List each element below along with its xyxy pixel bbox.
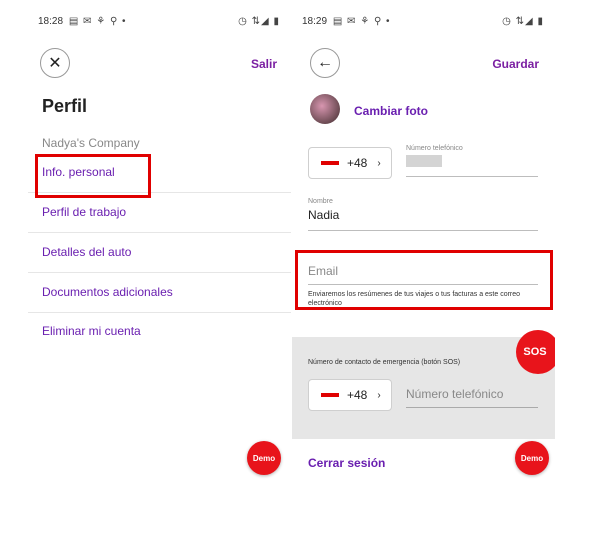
status-time: 18:29: [302, 15, 328, 27]
poland-flag-icon: [321, 393, 339, 397]
profile-screen: 18:28 ▤ ✉ ⚘ ⚲ • ◷ ⇅◢ ▮ ✕ Salir Perfil Na…: [28, 0, 291, 554]
menu-item-car-details[interactable]: Detalles del auto: [28, 233, 291, 273]
highlight-box: [35, 154, 151, 198]
close-icon: ✕: [48, 55, 62, 72]
arrow-left-icon: ←: [317, 54, 333, 71]
phone-prefix-value: +48: [347, 156, 368, 170]
sos-button[interactable]: SOS: [516, 330, 555, 374]
logout-top-button[interactable]: Salir: [251, 57, 277, 71]
menu-item-work-profile[interactable]: Perfil de trabajo: [28, 193, 291, 233]
page-title: Perfil: [42, 96, 88, 116]
back-button[interactable]: ←: [310, 48, 340, 78]
close-button[interactable]: ✕: [40, 48, 70, 78]
change-photo-link[interactable]: Cambiar foto: [354, 104, 428, 118]
personal-info-screen: 18:29 ▤ ✉ ⚘ ⚲ • ◷ ⇅◢ ▮ ← Guardar Cambiar…: [292, 0, 555, 554]
menu-item-label: Documentos adicionales: [42, 285, 173, 299]
emergency-contact-label: Número de contacto de emergencia (botón …: [308, 359, 461, 366]
emergency-prefix-value: +48: [347, 388, 368, 402]
chevron-right-icon: ›: [377, 157, 381, 169]
status-time: 18:28: [38, 15, 64, 27]
company-name: Nadya's Company: [42, 136, 140, 150]
logout-button[interactable]: Cerrar sesión: [308, 456, 385, 470]
phone-prefix-select[interactable]: +48 ›: [308, 147, 392, 179]
name-field[interactable]: Nadia: [308, 208, 339, 222]
status-bar: 18:29 ▤ ✉ ⚘ ⚲ • ◷ ⇅◢ ▮: [302, 14, 547, 28]
save-button[interactable]: Guardar: [492, 57, 539, 71]
highlight-box: [295, 250, 553, 310]
menu-item-label: Eliminar mi cuenta: [42, 324, 141, 338]
poland-flag-icon: [321, 161, 339, 165]
status-notification-icons: ▤ ✉ ⚘ ⚲ •: [68, 15, 127, 27]
demo-button[interactable]: Demo: [247, 441, 281, 475]
phone-number-redacted: [406, 155, 442, 167]
emergency-phone-underline: [406, 407, 538, 408]
avatar[interactable]: [310, 94, 340, 124]
phone-field[interactable]: [406, 176, 538, 177]
emergency-phone-field[interactable]: Número telefónico: [406, 387, 503, 401]
emergency-prefix-select[interactable]: +48 ›: [308, 379, 392, 411]
demo-button[interactable]: Demo: [515, 441, 549, 475]
status-bar: 18:28 ▤ ✉ ⚘ ⚲ • ◷ ⇅◢ ▮: [38, 14, 283, 28]
menu-item-delete-account[interactable]: Eliminar mi cuenta: [28, 312, 291, 352]
menu-item-additional-documents[interactable]: Documentos adicionales: [28, 273, 291, 313]
status-notification-icons: ▤ ✉ ⚘ ⚲ •: [332, 15, 391, 27]
status-system-icons: ◷ ⇅◢ ▮: [238, 15, 280, 27]
name-field-underline: [308, 230, 538, 231]
menu-item-label: Detalles del auto: [42, 245, 132, 259]
status-system-icons: ◷ ⇅◢ ▮: [502, 15, 544, 27]
menu-item-label: Perfil de trabajo: [42, 205, 127, 219]
chevron-right-icon: ›: [377, 389, 381, 401]
name-field-label: Nombre: [308, 198, 333, 205]
phone-field-label: Número telefónico: [406, 145, 463, 152]
